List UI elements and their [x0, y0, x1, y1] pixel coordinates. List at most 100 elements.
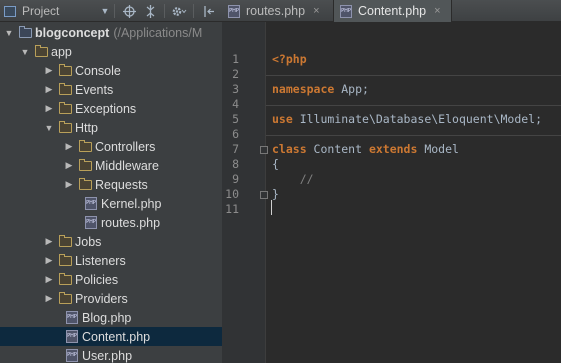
tree-item-providers[interactable]: ▶ Providers: [0, 289, 222, 308]
line-number: 9: [232, 172, 239, 186]
use-path: Illuminate\Database\Eloquent\Model;: [292, 112, 543, 126]
tree-item-blog-php[interactable]: PHP Blog.php: [0, 308, 222, 327]
tree-item-routes-php[interactable]: PHP routes.php: [0, 213, 222, 232]
folder-icon: [79, 158, 92, 171]
tree-item-label: Jobs: [75, 234, 102, 249]
line-number: 5: [232, 112, 239, 126]
tree-item-policies[interactable]: ▶ Policies: [0, 270, 222, 289]
namespace-keyword: namespace: [272, 82, 335, 96]
project-view-selector[interactable]: Project: [4, 0, 104, 22]
tree-item-label: Providers: [75, 291, 128, 306]
folder-icon: [59, 101, 72, 114]
tree-item-label: Policies: [75, 272, 119, 287]
use-keyword: use: [272, 112, 293, 126]
tree-root-label: blogconcept: [35, 25, 110, 40]
text-caret: [271, 200, 272, 215]
tree-item-label: Controllers: [95, 139, 156, 154]
php-file-icon: PHP: [85, 216, 97, 229]
expanded-arrow-icon[interactable]: ▼: [19, 47, 31, 57]
tab-content-php[interactable]: PHP Content.php ×: [334, 0, 452, 22]
tree-item-app[interactable]: ▼ app: [0, 42, 222, 61]
php-file-icon: PHP: [340, 4, 352, 18]
expanded-arrow-icon[interactable]: ▼: [3, 28, 15, 38]
line-number: 1: [232, 52, 239, 66]
method-separator: [266, 75, 561, 76]
gear-icon[interactable]: [170, 0, 188, 22]
tree-item-exceptions[interactable]: ▶ Exceptions: [0, 99, 222, 118]
line-number: 2: [232, 67, 239, 81]
tab-label: routes.php: [246, 4, 306, 18]
code-line-10: }: [272, 187, 279, 202]
code-line-3: namespace App;: [272, 82, 369, 97]
chevron-down-icon[interactable]: ▼: [98, 0, 112, 22]
locate-target-icon[interactable]: [120, 0, 138, 22]
collapsed-arrow-icon[interactable]: ▶: [43, 293, 55, 304]
toolbar-divider: [164, 4, 165, 18]
tree-item-controllers[interactable]: ▶ Controllers: [0, 137, 222, 156]
tree-item-console[interactable]: ▶ Console: [0, 61, 222, 80]
code-editor[interactable]: <?php namespace App; use Illuminate\Data…: [266, 22, 561, 363]
tree-item-label: app: [51, 44, 72, 59]
class-keyword: class: [272, 142, 307, 156]
code-line-7: class Content extends Model: [272, 142, 459, 157]
collapsed-arrow-icon[interactable]: ▶: [43, 255, 55, 266]
tree-item-http[interactable]: ▼ Http: [0, 118, 222, 137]
folder-icon: [59, 272, 72, 285]
tree-item-events[interactable]: ▶ Events: [0, 80, 222, 99]
tree-item-label: Listeners: [75, 253, 126, 268]
php-file-icon: PHP: [228, 4, 240, 18]
folder-icon: [79, 139, 92, 152]
toolbar-divider: [193, 4, 194, 18]
tree-item-label: Events: [75, 82, 114, 97]
tree-item-label: Requests: [95, 177, 148, 192]
tree-root[interactable]: ▼ blogconcept (/Applications/M: [0, 23, 222, 42]
tab-label: Content.php: [358, 4, 427, 18]
tree-root-path: (/Applications/M: [113, 25, 203, 40]
tree-item-requests[interactable]: ▶ Requests: [0, 175, 222, 194]
collapsed-arrow-icon[interactable]: ▶: [43, 103, 55, 114]
hide-panel-icon[interactable]: [200, 0, 218, 22]
tree-item-listeners[interactable]: ▶ Listeners: [0, 251, 222, 270]
project-toolbar: Project ▼: [0, 0, 222, 22]
extends-keyword: extends: [368, 142, 418, 156]
method-separator: [266, 135, 561, 136]
collapsed-arrow-icon[interactable]: ▶: [43, 274, 55, 285]
collapsed-arrow-icon[interactable]: ▶: [63, 160, 75, 171]
tree-item-label: Exceptions: [75, 101, 137, 116]
php-file-icon: PHP: [66, 330, 78, 343]
open-brace: {: [272, 157, 279, 171]
collapsed-arrow-icon[interactable]: ▶: [43, 236, 55, 247]
project-view-label: Project: [22, 4, 60, 18]
expanded-arrow-icon[interactable]: ▼: [43, 123, 55, 133]
project-panel: Project ▼ ▼ blogconcept (/Applications/M…: [0, 0, 222, 363]
parent-class-name: Model: [417, 142, 459, 156]
tab-routes-php[interactable]: PHP routes.php ×: [222, 0, 334, 22]
class-name: Content: [306, 142, 369, 156]
tree-item-middleware[interactable]: ▶ Middleware: [0, 156, 222, 175]
tree-item-label: Middleware: [95, 158, 159, 173]
tree-item-user-php[interactable]: PHP User.php: [0, 346, 222, 363]
tree-item-jobs[interactable]: ▶ Jobs: [0, 232, 222, 251]
tree-item-label: Content.php: [82, 329, 151, 344]
tree-item-label: routes.php: [101, 215, 161, 230]
collapse-all-icon[interactable]: [141, 0, 159, 22]
php-open-tag: <?php: [272, 52, 307, 66]
tree-item-label: User.php: [82, 348, 133, 363]
method-separator: [266, 105, 561, 106]
collapsed-arrow-icon[interactable]: ▶: [43, 84, 55, 95]
close-icon[interactable]: ×: [434, 5, 440, 17]
tree-item-content-php[interactable]: PHP Content.php: [0, 327, 222, 346]
folder-icon: [19, 25, 32, 38]
php-file-icon: PHP: [85, 197, 97, 210]
code-line-1: <?php: [272, 52, 307, 67]
code-line-5: use Illuminate\Database\Eloquent\Model;: [272, 112, 542, 127]
tree-item-label: Kernel.php: [101, 196, 162, 211]
code-comment: //: [272, 172, 314, 186]
collapsed-arrow-icon[interactable]: ▶: [63, 141, 75, 152]
close-brace: }: [272, 187, 279, 201]
tree-item-kernel-php[interactable]: PHP Kernel.php: [0, 194, 222, 213]
close-icon[interactable]: ×: [313, 5, 319, 17]
collapsed-arrow-icon[interactable]: ▶: [63, 179, 75, 190]
collapsed-arrow-icon[interactable]: ▶: [43, 65, 55, 76]
php-file-icon: PHP: [66, 349, 78, 362]
